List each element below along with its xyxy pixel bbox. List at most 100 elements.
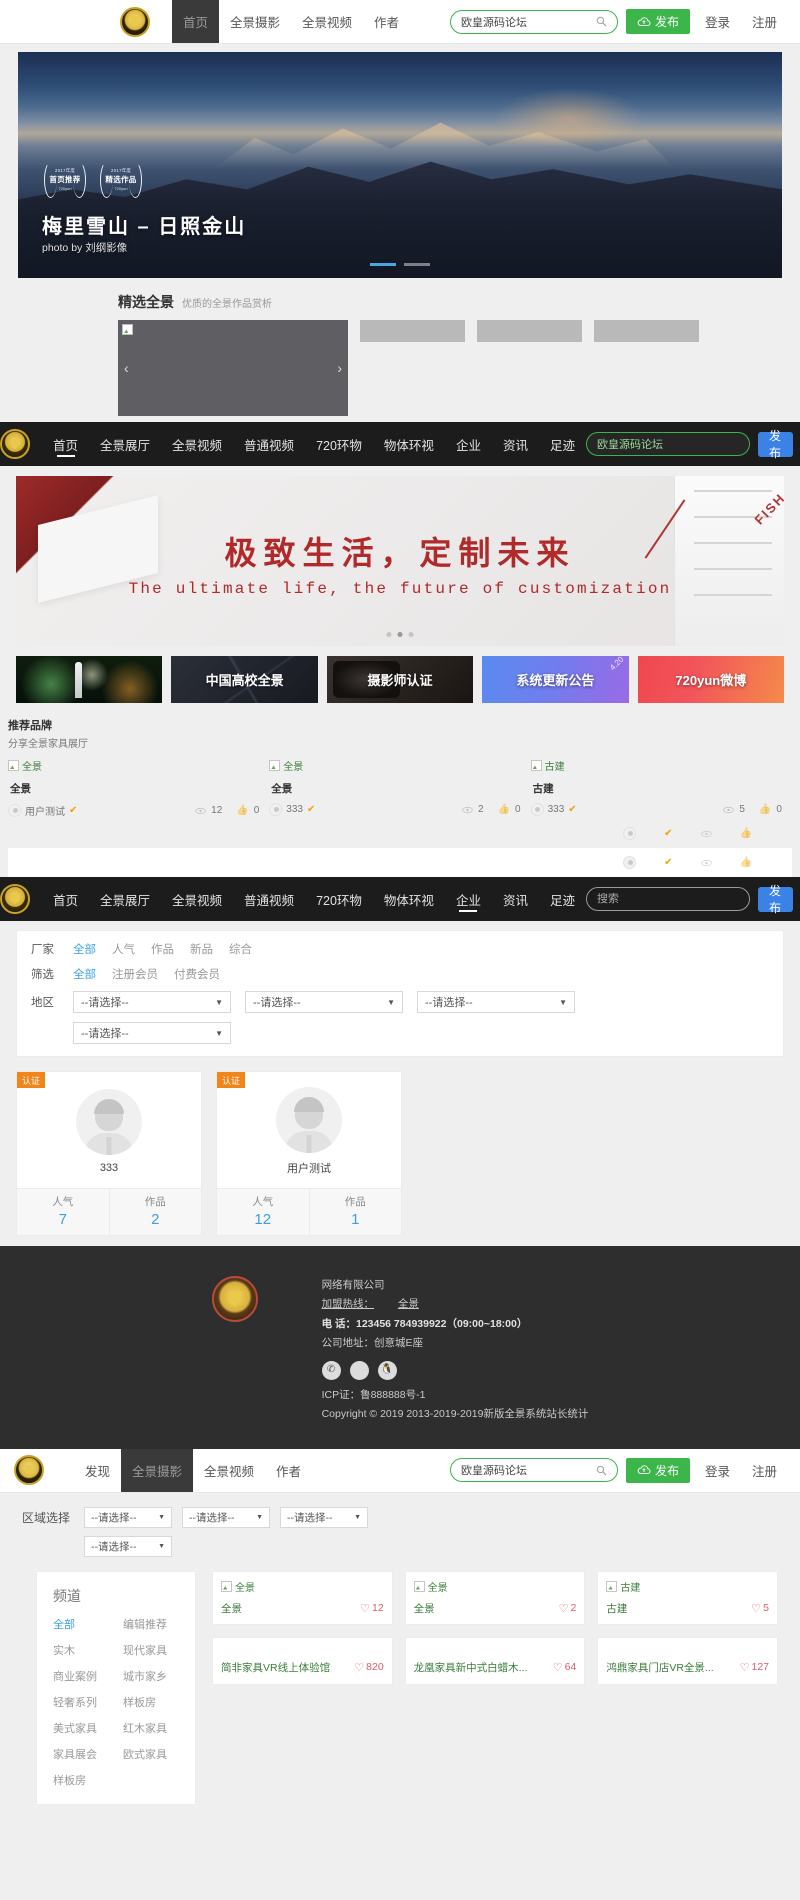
filter-option-comprehensive[interactable]: 综合: [229, 941, 252, 957]
brand-item[interactable]: 全景 全景 333 ✔ 2 👍 0: [269, 758, 530, 818]
carousel-dot[interactable]: [404, 263, 430, 266]
search-box[interactable]: [585, 432, 750, 456]
card-like[interactable]: ♡ 820: [354, 1661, 383, 1674]
featured-thumb[interactable]: [477, 320, 582, 342]
channel-item-editor-pick[interactable]: 编辑推荐: [123, 1616, 179, 1632]
nav-item-enterprise[interactable]: 企业: [445, 422, 492, 466]
nav-item-object-view[interactable]: 物体环视: [373, 422, 445, 466]
login-link[interactable]: 登录: [698, 12, 737, 31]
filter-option-popularity[interactable]: 人气: [112, 941, 135, 957]
filter-option-all[interactable]: 全部: [73, 941, 96, 957]
brand-item[interactable]: 全景 全景 用户测试 ✔ 12 👍 0: [8, 758, 269, 818]
promo-card-weibo[interactable]: 720yun微博: [637, 656, 785, 703]
brand-author[interactable]: 333: [548, 804, 565, 815]
panorama-card[interactable]: 龙凰家具新中式白蜡木... ♡ 64: [404, 1636, 586, 1685]
card-like[interactable]: ♡ 12: [360, 1602, 384, 1615]
login-link[interactable]: 登录: [698, 1461, 737, 1480]
register-link[interactable]: 注册: [745, 1461, 784, 1480]
nav-item-home[interactable]: 首页: [172, 0, 220, 43]
panorama-card[interactable]: 简非家具VR线上体验馆 ♡ 820: [212, 1636, 393, 1685]
featured-main-image[interactable]: ‹ ›: [118, 320, 348, 416]
panorama-card[interactable]: 全景 全景 ♡ 12: [212, 1570, 393, 1625]
publish-button[interactable]: 发布: [757, 429, 794, 460]
channel-item-all[interactable]: 全部: [53, 1616, 109, 1632]
search-input[interactable]: [460, 1464, 596, 1477]
filter-option-new[interactable]: 新品: [190, 941, 213, 957]
panorama-card[interactable]: 古建 古建 ♡ 5: [597, 1570, 779, 1625]
nav-item-normal-video[interactable]: 普通视频: [233, 422, 305, 466]
card-like[interactable]: ♡ 64: [553, 1661, 577, 1674]
featured-thumb[interactable]: [594, 320, 699, 342]
nav-item-720-object[interactable]: 720环物: [305, 877, 373, 921]
channel-item-mahogany-furniture[interactable]: 红木家具: [123, 1720, 179, 1736]
wechat-icon[interactable]: ✆: [321, 1360, 341, 1380]
nav-item-discover[interactable]: 发现: [74, 1449, 121, 1492]
nav-item-footprint[interactable]: 足迹: [539, 877, 586, 921]
channel-item-furniture-expo[interactable]: 家具展会: [53, 1746, 109, 1762]
publish-button[interactable]: 发布: [625, 1457, 690, 1483]
nav-item-footprint[interactable]: 足迹: [539, 422, 586, 466]
card-like[interactable]: ♡ 2: [559, 1602, 577, 1615]
filter-option-registered-member[interactable]: 注册会员: [112, 966, 158, 982]
nav-item-panorama-photo[interactable]: 全景摄影: [219, 0, 291, 43]
user-card[interactable]: 认证 用户测试 人气 12 作品 1: [216, 1071, 402, 1236]
carousel-dot[interactable]: [370, 263, 396, 266]
user-card[interactable]: 认证 333 人气 7 作品 2: [16, 1071, 202, 1236]
nav-item-home[interactable]: 首页: [42, 877, 89, 921]
furniture-banner[interactable]: FISH 极致生活，定制未来 The ultimate life, the fu…: [16, 476, 784, 646]
region-select-province[interactable]: --请选择-- ▼: [84, 1506, 172, 1528]
nav-item-panorama-video[interactable]: 全景视频: [161, 877, 233, 921]
search-input[interactable]: [596, 893, 739, 905]
region-select-extra[interactable]: --请选择-- ▼: [73, 1022, 231, 1044]
region-select-extra[interactable]: --请选择-- ▼: [84, 1535, 172, 1557]
filter-option-all[interactable]: 全部: [73, 966, 96, 982]
channel-item-european-furniture[interactable]: 欧式家具: [123, 1746, 179, 1762]
featured-thumb[interactable]: [360, 320, 465, 342]
channel-item-light-luxury[interactable]: 轻奢系列: [53, 1694, 109, 1710]
region-select-district[interactable]: --请选择-- ▼: [417, 991, 575, 1013]
nav-item-news[interactable]: 资讯: [492, 422, 539, 466]
footer-hotline-label[interactable]: 加盟热线：: [322, 1298, 375, 1310]
channel-item-city-hometown[interactable]: 城市家乡: [123, 1668, 179, 1684]
nav-item-normal-video[interactable]: 普通视频: [233, 877, 305, 921]
search-input[interactable]: [596, 438, 739, 450]
hero-banner[interactable]: 2017年度 首页推荐 720yun 2017年度 精选作品 720yun 梅里…: [18, 52, 782, 278]
nav-item-object-view[interactable]: 物体环视: [373, 877, 445, 921]
panorama-card[interactable]: 鸿鼎家具门店VR全景... ♡ 127: [597, 1636, 779, 1685]
nav-item-panorama-hall[interactable]: 全景展厅: [89, 422, 161, 466]
footer-hotline-value[interactable]: 全景: [398, 1298, 419, 1310]
promo-card-university-panorama[interactable]: 中国高校全景: [171, 656, 318, 703]
card-like[interactable]: ♡ 5: [751, 1602, 769, 1615]
region-select-district[interactable]: --请选择-- ▼: [280, 1506, 368, 1528]
channel-item-commercial-case[interactable]: 商业案例: [53, 1668, 109, 1684]
site-logo-icon[interactable]: [120, 6, 150, 37]
panorama-card[interactable]: 全景 全景 ♡ 2: [404, 1570, 586, 1625]
promo-card-rocket[interactable]: [16, 656, 163, 703]
channel-item-american-furniture[interactable]: 美式家具: [53, 1720, 109, 1736]
region-select-city[interactable]: --请选择-- ▼: [182, 1506, 270, 1528]
brand-author[interactable]: 333: [286, 804, 303, 815]
weibo-icon[interactable]: [349, 1360, 369, 1380]
filter-option-works[interactable]: 作品: [151, 941, 174, 957]
nav-item-panorama-video[interactable]: 全景视频: [193, 1449, 265, 1492]
carousel-dot[interactable]: [397, 632, 403, 637]
brand-author[interactable]: 用户测试: [25, 803, 65, 818]
search-box[interactable]: [449, 9, 618, 34]
region-select-city[interactable]: --请选择-- ▼: [245, 991, 403, 1013]
filter-option-paid-member[interactable]: 付费会员: [174, 966, 220, 982]
nav-item-panorama-hall[interactable]: 全景展厅: [89, 877, 161, 921]
brand-item[interactable]: 古建 古建 333 ✔ 5 👍 0: [530, 758, 792, 818]
region-select-province[interactable]: --请选择-- ▼: [73, 991, 231, 1013]
publish-button[interactable]: 发布: [625, 9, 690, 34]
site-logo-icon[interactable]: [0, 884, 30, 914]
search-input[interactable]: [460, 15, 596, 28]
channel-item-model-room-2[interactable]: 样板房: [53, 1772, 109, 1788]
promo-card-system-update[interactable]: 4.20 系统更新公告: [482, 656, 629, 703]
nav-item-panorama-video[interactable]: 全景视频: [291, 0, 363, 43]
nav-item-news[interactable]: 资讯: [492, 877, 539, 921]
site-logo-icon[interactable]: [0, 429, 30, 459]
nav-item-panorama-photo[interactable]: 全景摄影: [121, 1448, 194, 1492]
nav-item-author[interactable]: 作者: [363, 0, 410, 43]
channel-item-model-room[interactable]: 样板房: [123, 1694, 179, 1710]
carousel-dot[interactable]: [386, 632, 392, 637]
